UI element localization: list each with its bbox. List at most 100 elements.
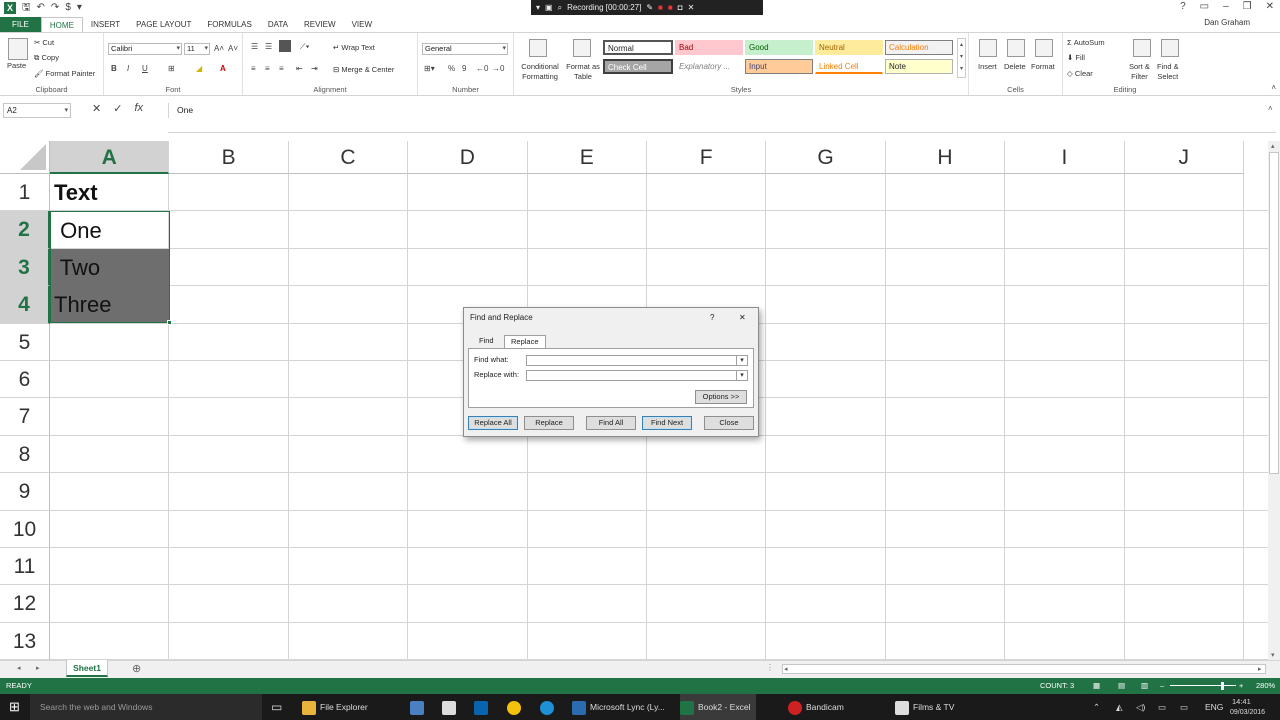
insert-cells-icon[interactable]	[979, 39, 997, 57]
font-name-combo[interactable]: Calibri	[108, 43, 182, 55]
italic-button[interactable]: I	[127, 64, 129, 74]
replace-button[interactable]: Replace	[524, 416, 574, 430]
tab-view[interactable]: VIEW	[344, 17, 380, 32]
row-header-4[interactable]: 4	[0, 286, 50, 324]
close-window-button[interactable]: ✕	[1266, 1, 1274, 12]
increase-decimal-icon[interactable]: ←0	[476, 64, 488, 74]
merge-center-button[interactable]: ⊟ Merge & Center	[333, 65, 394, 75]
comma-style-button[interactable]: 9	[462, 64, 466, 74]
find-all-button[interactable]: Find All	[586, 416, 636, 430]
format-cells-icon[interactable]	[1035, 39, 1053, 57]
row-header-2[interactable]: 2	[0, 211, 50, 249]
expand-formula-bar-icon[interactable]: ˄	[1268, 104, 1273, 113]
name-box[interactable]: A2	[3, 103, 71, 118]
recorder-stop-icon[interactable]: ■	[658, 3, 663, 12]
scroll-down-icon[interactable]: ▾	[1271, 651, 1275, 659]
column-header-e[interactable]: E	[527, 141, 647, 174]
restore-button[interactable]: ❐	[1243, 1, 1252, 12]
style-linked-cell[interactable]: Linked Cell	[815, 59, 883, 74]
delete-cells-button[interactable]: Delete	[1004, 62, 1026, 72]
dialog-close-x-button[interactable]: ✕	[739, 313, 746, 322]
options-button[interactable]: Options >>	[695, 390, 747, 404]
style-input[interactable]: Input	[745, 59, 813, 74]
align-left-icon[interactable]: ≡	[251, 64, 256, 74]
tab-insert[interactable]: INSERT	[83, 17, 128, 32]
taskbar-films-tv[interactable]: Films & TV	[895, 694, 954, 720]
cut-button[interactable]: ✂ Cut	[34, 38, 54, 48]
taskbar-chrome[interactable]	[507, 694, 525, 720]
column-header-d[interactable]: D	[408, 141, 528, 174]
row-header-10[interactable]: 10	[0, 510, 50, 548]
recorder-pencil-icon[interactable]: ✎	[646, 3, 653, 12]
align-center-icon[interactable]: ≡	[265, 64, 270, 74]
insert-function-icon[interactable]: fx	[134, 102, 143, 115]
find-what-input[interactable]	[526, 355, 748, 366]
style-check-cell[interactable]: Check Cell	[603, 59, 673, 74]
conditional-formatting-button[interactable]: Conditional Formatting	[517, 62, 563, 82]
row-header-8[interactable]: 8	[0, 435, 50, 474]
select-all-corner[interactable]	[0, 141, 50, 174]
format-as-table-icon[interactable]	[573, 39, 591, 57]
underline-button[interactable]: U	[142, 64, 148, 74]
redo-icon[interactable]: ↷	[51, 1, 59, 15]
scroll-right-icon[interactable]: ▸	[1258, 665, 1262, 673]
format-as-table-button[interactable]: Format as Table	[564, 62, 602, 82]
user-name[interactable]: Dan Graham	[1204, 18, 1250, 27]
prev-sheet-icon[interactable]: ◂	[17, 664, 21, 672]
align-right-icon[interactable]: ≡	[279, 64, 284, 74]
decrease-decimal-icon[interactable]: →0	[492, 64, 504, 74]
tab-page-layout[interactable]: PAGE LAYOUT	[128, 17, 199, 32]
column-header-g[interactable]: G	[766, 141, 886, 174]
row-header-11[interactable]: 11	[0, 548, 50, 586]
style-explanatory[interactable]: Explanatory ...	[675, 59, 743, 74]
style-note[interactable]: Note	[885, 59, 953, 74]
format-painter-button[interactable]: 🖌 Format Painter	[34, 69, 95, 79]
battery-icon[interactable]: ▭	[1180, 694, 1188, 720]
row-header-12[interactable]: 12	[0, 585, 50, 623]
find-next-button[interactable]: Find Next	[642, 416, 692, 430]
align-middle-icon[interactable]: ☰	[265, 42, 272, 52]
cell-a4[interactable]: Three	[54, 286, 111, 323]
align-bottom-icon[interactable]	[279, 40, 291, 52]
scroll-up-icon[interactable]: ▴	[1271, 142, 1275, 150]
page-break-view-icon[interactable]: ▥	[1141, 678, 1148, 694]
people-icon[interactable]: ⌃	[1093, 694, 1100, 720]
page-layout-view-icon[interactable]: ▤	[1118, 678, 1125, 694]
enter-icon[interactable]: ✓	[113, 102, 122, 115]
column-header-f[interactable]: F	[647, 141, 767, 174]
column-header-h[interactable]: H	[885, 141, 1006, 174]
autosum-button[interactable]: Σ AutoSum	[1067, 38, 1105, 48]
clock-date[interactable]: 09/03/2016	[1230, 707, 1265, 718]
styles-gallery-scroll[interactable]: ▴ ▾ ▾	[957, 38, 966, 78]
taskbar-store[interactable]	[442, 694, 460, 720]
style-normal[interactable]: Normal	[603, 40, 673, 55]
row-header-7[interactable]: 7	[0, 398, 50, 436]
row-header-13[interactable]: 13	[0, 622, 50, 660]
undo-icon[interactable]: ↶	[37, 1, 45, 15]
recorder-close-icon[interactable]: ✕	[688, 3, 695, 12]
accounting-format-icon[interactable]: ⊞▾	[424, 64, 435, 74]
taskbar-pinned-app-1[interactable]	[410, 694, 428, 720]
volume-icon[interactable]: ◁)	[1136, 694, 1145, 720]
replace-with-input[interactable]	[526, 370, 748, 381]
cell-a2[interactable]: One	[54, 212, 102, 249]
tab-formulas[interactable]: FORMULAS	[199, 17, 259, 32]
font-color-icon[interactable]: A	[220, 64, 226, 74]
shrink-font-icon[interactable]: A˅	[228, 44, 238, 54]
copy-button[interactable]: ⧉ Copy	[34, 53, 59, 63]
network-icon[interactable]: ◭	[1116, 694, 1123, 720]
insert-cells-button[interactable]: Insert	[978, 62, 997, 72]
fill-color-icon[interactable]: ◢	[196, 64, 202, 74]
tab-data[interactable]: DATA	[260, 17, 296, 32]
format-cells-button[interactable]: Format	[1031, 62, 1055, 72]
task-view-icon[interactable]: ▭	[271, 694, 282, 720]
save-icon[interactable]: 🖫	[22, 1, 31, 15]
close-button[interactable]: Close	[704, 416, 754, 430]
increase-indent-icon[interactable]: ⇥	[311, 64, 318, 74]
add-sheet-icon[interactable]: ⊕	[132, 662, 141, 675]
style-calculation[interactable]: Calculation	[885, 40, 953, 55]
normal-view-icon[interactable]: ▦	[1093, 678, 1100, 694]
zoom-slider[interactable]	[1170, 685, 1236, 686]
cell-a1[interactable]: Text	[54, 174, 98, 211]
fill-handle[interactable]	[167, 320, 172, 325]
